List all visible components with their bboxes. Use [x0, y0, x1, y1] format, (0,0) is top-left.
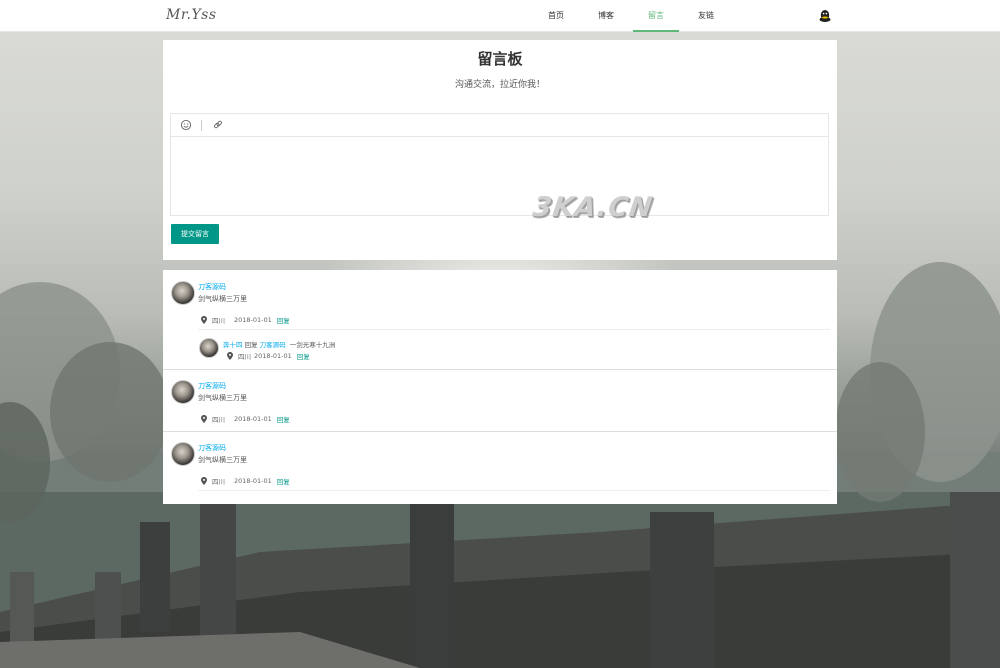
page-subtitle: 沟通交流，拉近你我！ [454, 80, 545, 90]
comment-location: 四川 [212, 416, 225, 424]
comment-item: 刀客源码 剑气纵横三万里 四川 2018-01-01 回复 [163, 370, 837, 431]
location-pin-icon [201, 415, 207, 423]
submit-message-button[interactable]: 提交留言 [171, 224, 219, 244]
comments-card: 刀客源码 剑气纵横三万里 四川 2018-01-01 回复 奔十四 回复 刀客源… [163, 270, 837, 504]
comment-text: 剑气纵横三万里 [198, 295, 247, 303]
watermark-logo: 3KA.CN [530, 192, 655, 223]
reply-date: 2018-01-01 [254, 352, 292, 360]
location-pin-icon [227, 352, 233, 360]
reply-text: 一剑光寒十九洲 [289, 341, 336, 349]
nav-item-message[interactable]: 留言 [633, 0, 679, 32]
reply-link[interactable]: 回复 [277, 315, 290, 325]
comment-item: 刀客源码 剑气纵横三万里 四川 2018-01-01 回复 奔十四 回复 刀客源… [163, 270, 837, 370]
sub-reply-line: 奔十四 回复 刀客源码 一剑光寒十九洲 [223, 339, 335, 349]
reply-target[interactable]: 刀客源码 [260, 341, 286, 349]
emoji-icon[interactable] [180, 119, 192, 131]
reply-link[interactable]: 回复 [297, 351, 310, 361]
comment-location: 四川 [212, 478, 225, 486]
site-logo[interactable]: Mr.Yss [166, 7, 217, 23]
avatar[interactable] [199, 338, 219, 358]
main-nav: 首页 博客 留言 友链 [533, 0, 733, 32]
reply-divider [198, 329, 830, 330]
comment-location: 四川 [212, 317, 225, 325]
reply-link[interactable]: 回复 [277, 476, 290, 486]
comment-text: 剑气纵横三万里 [198, 456, 247, 464]
comment-meta: 四川 2018-01-01 回复 [201, 476, 290, 486]
location-pin-icon [201, 316, 207, 324]
editor-toolbar [171, 114, 828, 137]
reply-author[interactable]: 奔十四 [223, 341, 243, 349]
avatar[interactable] [171, 281, 195, 305]
qq-icon[interactable] [818, 9, 832, 23]
comment-text: 剑气纵横三万里 [198, 394, 247, 402]
link-icon[interactable] [212, 119, 224, 131]
top-navbar: Mr.Yss 首页 博客 留言 友链 [0, 0, 1000, 32]
comment-author[interactable]: 刀客源码 [198, 282, 226, 292]
reply-location: 四川 [238, 353, 251, 361]
reply-meta: 四川 2018-01-01 回复 [227, 351, 310, 361]
message-board-card: 留言板 沟通交流，拉近你我！ 提交留言 [163, 40, 837, 260]
message-textarea[interactable] [171, 137, 828, 215]
avatar[interactable] [171, 442, 195, 466]
comment-author[interactable]: 刀客源码 [198, 381, 226, 391]
location-pin-icon [201, 477, 207, 485]
reply-link[interactable]: 回复 [277, 414, 290, 424]
comment-date: 2018-01-01 [234, 415, 272, 423]
toolbar-divider [201, 120, 202, 131]
comment-meta: 四川 2018-01-01 回复 [201, 315, 290, 325]
comment-date: 2018-01-01 [234, 316, 272, 324]
nav-item-links[interactable]: 友链 [683, 0, 729, 32]
comment-item: 刀客源码 剑气纵横三万里 四川 2018-01-01 回复 [163, 432, 837, 504]
comment-meta: 四川 2018-01-01 回复 [201, 414, 290, 424]
page-title: 留言板 [477, 50, 523, 68]
reply-word: 回复 [244, 341, 258, 349]
comment-date: 2018-01-01 [234, 477, 272, 485]
nav-item-home[interactable]: 首页 [533, 0, 579, 32]
avatar[interactable] [171, 380, 195, 404]
message-editor [170, 113, 829, 216]
nav-item-blog[interactable]: 博客 [583, 0, 629, 32]
comment-author[interactable]: 刀客源码 [198, 443, 226, 453]
comment-bottom-line [198, 490, 830, 491]
